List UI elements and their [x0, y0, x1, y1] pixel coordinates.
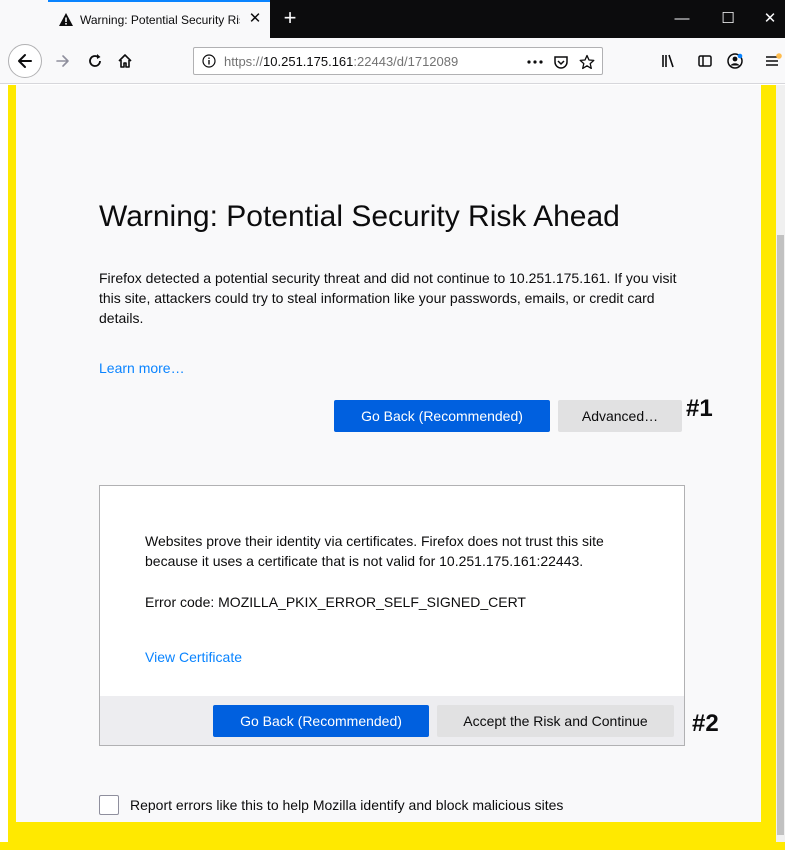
- url-scheme: https://: [224, 54, 264, 69]
- sidebar-icon: [698, 55, 712, 67]
- reload-button[interactable]: [80, 46, 110, 76]
- tab-title: Warning: Potential Security Risk Ahead: [80, 13, 240, 27]
- close-window-button[interactable]: ✕: [758, 8, 782, 30]
- bookmark-star-icon[interactable]: [576, 51, 598, 73]
- url-host: 10.251.175.161: [263, 54, 354, 69]
- tab-bar-left-strip: [0, 0, 48, 38]
- navigation-toolbar: https://10.251.175.161:22443/d/1712089: [0, 38, 785, 84]
- page-actions-icon[interactable]: [524, 51, 546, 73]
- url-path: :22443/d/1712089: [353, 54, 459, 69]
- error-code: Error code: MOZILLA_PKIX_ERROR_SELF_SIGN…: [145, 594, 526, 610]
- certificate-explanation: Websites prove their identity via certif…: [145, 533, 604, 569]
- account-button[interactable]: [720, 46, 750, 76]
- menu-button[interactable]: [758, 46, 785, 76]
- minimize-button[interactable]: —: [670, 8, 694, 30]
- accept-risk-button[interactable]: Accept the Risk and Continue: [437, 705, 674, 737]
- tab-security-warning[interactable]: Warning: Potential Security Risk Ahead ✕: [48, 0, 270, 38]
- site-info-icon[interactable]: [202, 54, 216, 68]
- reload-icon: [89, 54, 101, 67]
- forward-button[interactable]: [48, 46, 78, 76]
- new-tab-button[interactable]: +: [278, 6, 302, 30]
- warning-icon: [58, 12, 74, 28]
- advanced-button[interactable]: Advanced…: [558, 400, 682, 432]
- annotation-label-1: #1: [686, 395, 713, 422]
- maximize-button[interactable]: ☐: [716, 8, 740, 30]
- url-text[interactable]: https://10.251.175.161:22443/d/1712089: [224, 54, 494, 69]
- report-errors-label[interactable]: Report errors like this to help Mozilla …: [130, 797, 563, 813]
- page-title: Warning: Potential Security Risk Ahead: [99, 200, 620, 233]
- scrollbar[interactable]: [776, 85, 785, 850]
- sidebar-button[interactable]: [690, 46, 720, 76]
- go-back-button[interactable]: Go Back (Recommended): [334, 400, 550, 432]
- home-button[interactable]: [110, 46, 140, 76]
- home-icon: [118, 54, 132, 68]
- scrollbar-thumb[interactable]: [777, 235, 784, 835]
- annotation-label-2: #2: [692, 710, 719, 737]
- tab-bar: Warning: Potential Security Risk Ahead ✕…: [0, 0, 785, 38]
- library-button[interactable]: [653, 46, 683, 76]
- highlight-border-bottom: [0, 842, 785, 850]
- advanced-go-back-button[interactable]: Go Back (Recommended): [213, 705, 429, 737]
- warning-description: Firefox detected a potential security th…: [99, 270, 677, 326]
- library-icon: [662, 54, 674, 68]
- hamburger-menu-icon: [766, 53, 782, 66]
- forward-arrow-icon: [56, 55, 69, 67]
- close-tab-icon[interactable]: ✕: [246, 10, 264, 28]
- url-bar[interactable]: https://10.251.175.161:22443/d/1712089: [193, 47, 603, 75]
- view-certificate-link[interactable]: View Certificate: [145, 649, 242, 665]
- account-icon: [727, 53, 743, 69]
- learn-more-link[interactable]: Learn more…: [99, 360, 185, 376]
- back-button[interactable]: [8, 44, 42, 78]
- report-errors-checkbox[interactable]: [99, 795, 119, 815]
- pocket-icon[interactable]: [550, 51, 572, 73]
- back-arrow-icon: [18, 54, 32, 68]
